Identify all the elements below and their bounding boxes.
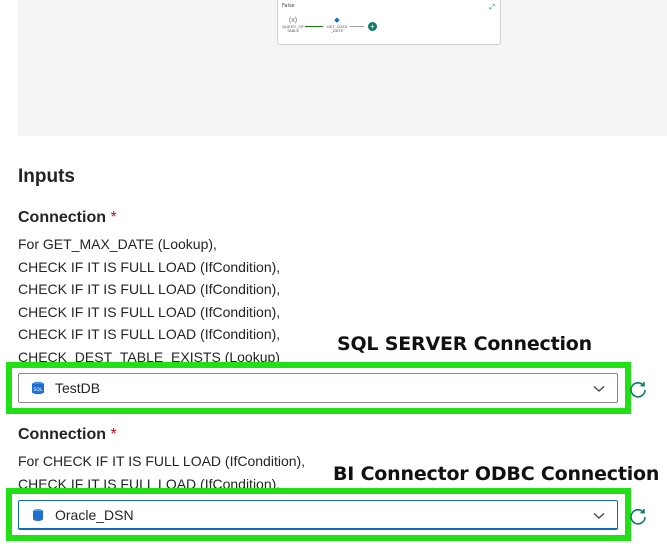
pending-arrow — [350, 26, 364, 27]
sql-icon-text: SQL — [34, 387, 43, 393]
used-by-item: CHECK IF IT IS FULL LOAD (IfCondition), — [18, 326, 281, 343]
preview-node-variable: (x) QUERY_OF TABLE — [282, 16, 304, 33]
used-by-item: For CHECK IF IT IS FULL LOAD (IfConditio… — [18, 453, 306, 469]
preview-node-lookup: ◆ GET_DATA _DATE — [325, 16, 349, 33]
used-by-item: CHECK IF IT IS FULL LOAD (IfCondition), — [18, 258, 281, 275]
pipeline-preview-card[interactable]: False ⤢ — [277, 0, 501, 45]
connection-label-text: Connection — [18, 209, 106, 226]
database-icon — [31, 508, 45, 522]
preview-node-label: GET_DATA _DATE — [326, 24, 348, 33]
success-arrow — [305, 26, 323, 27]
connection-label: Connection * — [18, 209, 117, 227]
selected-connection-value: TestDB — [55, 380, 101, 396]
add-icon[interactable]: + — [368, 22, 377, 31]
chevron-down-icon — [593, 507, 605, 523]
used-by-item: For GET_MAX_DATE (Lookup), — [18, 236, 217, 252]
used-by-item: CHECK IF IT IS FULL LOAD (IfCondition), — [18, 281, 281, 298]
chevron-down-icon — [593, 380, 605, 396]
sql-database-icon: SQL — [31, 381, 45, 395]
connection-select-testdb[interactable]: SQL TestDB — [18, 373, 618, 403]
connection-used-by-list: For CHECK IF IT IS FULL LOAD (IfConditio… — [18, 450, 338, 492]
expand-icon[interactable]: ⤢ — [489, 3, 495, 12]
sql-server-callout: SQL SERVER Connection — [337, 333, 592, 355]
connection-used-by-list: For GET_MAX_DATE (Lookup), CHECK IF IT I… — [18, 233, 348, 364]
used-by-item: CHECK IF IT IS FULL LOAD (IfCondition), — [18, 303, 281, 320]
connection-label: Connection * — [18, 426, 117, 444]
connection-select-oracle-dsn[interactable]: Oracle_DSN — [18, 500, 618, 530]
required-asterisk: * — [110, 426, 117, 443]
refresh-icon[interactable] — [628, 379, 648, 399]
inputs-heading: Inputs — [18, 166, 75, 187]
connection-label-text: Connection — [18, 426, 106, 443]
preview-node-label: QUERY_OF TABLE — [282, 24, 304, 33]
preview-branch-title: False — [282, 3, 295, 9]
required-asterisk: * — [110, 209, 117, 226]
refresh-icon[interactable] — [628, 506, 648, 526]
selected-connection-value: Oracle_DSN — [55, 506, 134, 523]
bi-connector-callout: BI Connector ODBC Connection — [333, 463, 660, 485]
